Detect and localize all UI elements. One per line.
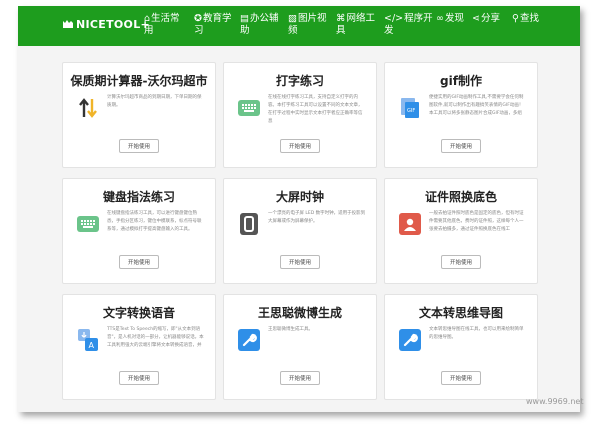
wrench-icon <box>399 329 421 351</box>
start-button[interactable]: 开始使用 <box>441 371 481 385</box>
code-icon: </> <box>384 13 404 24</box>
start-button[interactable]: 开始使用 <box>280 255 320 269</box>
tool-card-id-photo-bg[interactable]: 证件照换底色 一般去拍证件照时底色是固定的底色，但有时证件需要其他底色，费时的证… <box>384 178 538 284</box>
graduation-icon: ✪ <box>194 13 202 24</box>
keyboard-icon <box>238 100 260 116</box>
tool-card-gif-maker[interactable]: gif制作 GIF 便捷实用的GIF动画制作工具,不需要学会任何制图软件,就可以… <box>384 62 538 168</box>
card-description: 计算沃尔玛超市商品的到期日期，下单日期的保质期。 <box>107 95 202 108</box>
navbar: NICETOOL+ ⌂生活常用 ✪教育学习 ▤办公辅助 ▧图片视频 ⌘网络工具 … <box>18 6 580 46</box>
digital-zero-icon <box>240 213 258 235</box>
tool-card-keyboard-fingering[interactable]: 键盘指法练习 在线键盘指法练习工具，可以进行键盘键位熟悉，手指分区练习，键位中模… <box>62 178 216 284</box>
card-description: TTS是Text To Speech的缩写，即"从文本到语音"，是人机对话的一部… <box>107 327 204 348</box>
search-icon: ⚲ <box>512 13 519 24</box>
card-description: 便捷实用的GIF动画制作工具,不需要学会任何制图软件,就可以制作出有趣搞笑表情的… <box>429 95 524 116</box>
svg-text:GIF: GIF <box>407 108 415 114</box>
card-description: 在线在线打字练习工具，支持自定义打字的内容。本打字练习工具可以设置不同的文本文章… <box>268 95 363 124</box>
briefcase-icon: ▤ <box>240 13 249 24</box>
nav-item-life[interactable]: ⌂生活常用 <box>144 13 188 37</box>
nav-item-search[interactable]: ⚲查找 <box>512 13 544 25</box>
tool-card-typing-practice[interactable]: 打字练习 在线在线打字练习工具，支持自定义打字的内容。本打字练习工具可以设置不同… <box>223 62 377 168</box>
card-description: 文本转思维导图在线工具，也可以用来绘制简单的思维导图。 <box>429 327 524 340</box>
tool-card-shelf-life[interactable]: 保质期计算器-沃尔玛超市 计算沃尔玛超市商品的到期日期，下单日期的保质期。 开始… <box>62 62 216 168</box>
watermark: www.9969.net <box>526 397 584 406</box>
start-button[interactable]: 开始使用 <box>441 139 481 153</box>
wrench-icon <box>238 329 260 351</box>
nav-item-share[interactable]: ⋖分享 <box>472 13 510 25</box>
browser-frame: NICETOOL+ ⌂生活常用 ✪教育学习 ▤办公辅助 ▧图片视频 ⌘网络工具 … <box>18 6 580 412</box>
tool-card-text-to-mindmap[interactable]: 文本转思维导图 文本转思维导图在线工具，也可以用来绘制简单的思维导图。 开始使用 <box>384 294 538 400</box>
up-down-arrows-icon <box>77 97 99 119</box>
card-title: 王思聪微博生成 <box>257 306 342 320</box>
text-to-speech-icon: A <box>77 329 99 351</box>
nav-item-network[interactable]: ⌘网络工具 <box>336 13 382 37</box>
card-title: 打字练习 <box>275 74 324 88</box>
card-title: gif制作 <box>440 74 482 88</box>
image-icon: ▧ <box>288 13 297 24</box>
start-button[interactable]: 开始使用 <box>441 255 481 269</box>
keyboard-icon <box>77 216 99 232</box>
card-title: 大屏时钟 <box>275 190 324 204</box>
card-description: 一个漂亮的电子屏 LED 数字时钟，适用于投影到大屏幕或作为屏幕保护。 <box>268 211 366 224</box>
share-icon: ⋖ <box>472 13 480 24</box>
nav-item-dev[interactable]: </>程序开发 <box>384 13 434 37</box>
tool-card-weibo-generator[interactable]: 王思聪微博生成 王思聪微博生成工具。 开始使用 <box>223 294 377 400</box>
nav-item-image-video[interactable]: ▧图片视频 <box>288 13 332 37</box>
card-title: 键盘指法练习 <box>102 190 175 204</box>
start-button[interactable]: 开始使用 <box>119 371 159 385</box>
card-title: 文字转换语音 <box>102 306 175 320</box>
home-icon: ⌂ <box>144 13 151 24</box>
tool-card-text-to-speech[interactable]: 文字转换语音 A TTS是Text To Speech的缩写，即"从文本到语音"… <box>62 294 216 400</box>
logo-text: NICETOOL+ <box>76 18 151 31</box>
svg-text:A: A <box>89 341 95 350</box>
card-description: 王思聪微博生成工具。 <box>268 327 313 332</box>
card-title: 证件照换底色 <box>424 190 497 204</box>
glasses-icon: ∞ <box>436 13 444 24</box>
nav-item-education[interactable]: ✪教育学习 <box>194 13 238 37</box>
network-icon: ⌘ <box>336 13 346 24</box>
start-button[interactable]: 开始使用 <box>119 255 159 269</box>
start-button[interactable]: 开始使用 <box>119 139 159 153</box>
nav-item-office[interactable]: ▤办公辅助 <box>240 13 286 37</box>
start-button[interactable]: 开始使用 <box>280 371 320 385</box>
card-title: 保质期计算器-沃尔玛超市 <box>70 74 208 88</box>
start-button[interactable]: 开始使用 <box>280 139 320 153</box>
card-title: 文本转思维导图 <box>418 306 503 320</box>
tool-card-big-clock[interactable]: 大屏时钟 一个漂亮的电子屏 LED 数字时钟，适用于投影到大屏幕或作为屏幕保护。… <box>223 178 377 284</box>
profile-photo-icon <box>399 213 421 235</box>
card-description: 在线键盘指法练习工具，可以进行键盘键位熟悉，手指分区练习，键位中模联系，标点符号… <box>107 211 202 232</box>
gif-icon: GIF <box>399 97 421 119</box>
card-description: 一般去拍证件照时底色是固定的底色，但有时证件需要其他底色，费时的证件照，这样每个… <box>429 211 524 232</box>
site-logo[interactable]: NICETOOL+ <box>62 19 150 31</box>
nav-item-discover[interactable]: ∞发现 <box>436 13 474 25</box>
logo-cat-icon <box>63 20 73 28</box>
